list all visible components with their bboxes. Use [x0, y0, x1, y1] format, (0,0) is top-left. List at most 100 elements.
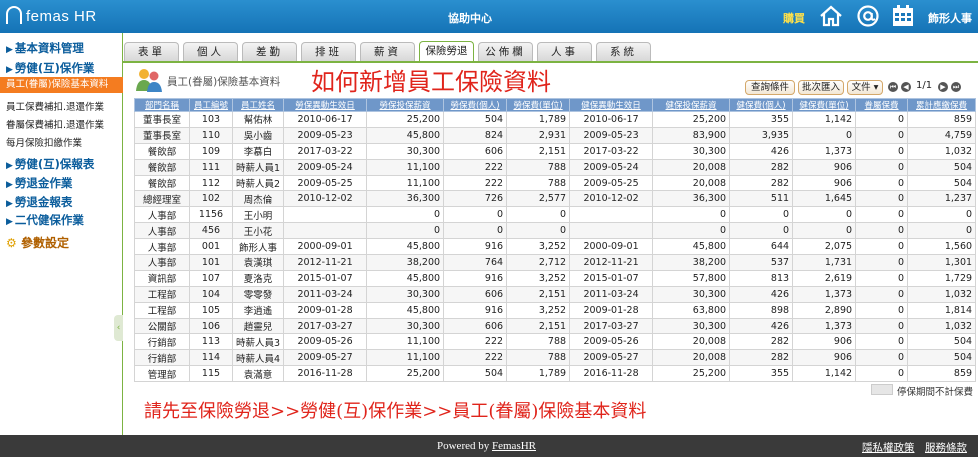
table-cell: 45,800: [366, 269, 445, 287]
column-header[interactable]: 勞保費(個人): [443, 98, 508, 112]
sidebar-item-0[interactable]: ▶ 基本資料管理: [6, 40, 84, 56]
home-icon[interactable]: [819, 4, 843, 28]
table-row[interactable]: 工程部 104 零零發 2011-03-24 30,300 606 2,151 2011-03…: [134, 285, 977, 303]
sidebar-item-6[interactable]: ▶ 勞健(互)保報表: [6, 156, 94, 172]
table-row[interactable]: 餐飲部 111 時薪人員1 2009-05-24 11,100 222 788 2009-05…: [134, 158, 977, 176]
sidebar-item-2[interactable]: 員工(眷屬)保險基本資料: [0, 77, 123, 93]
table-cell: 83,900: [652, 126, 731, 144]
table-cell: 504: [907, 349, 977, 367]
table-row[interactable]: 董事長室 110 吳小齒 2009-05-23 45,800 824 2,931 2009-0…: [134, 126, 977, 144]
table-cell: 飾形人事: [231, 238, 285, 256]
buy-link[interactable]: 購買: [783, 10, 805, 26]
first-page-icon[interactable]: ⏮: [888, 82, 898, 92]
table-cell: 2017-03-22: [283, 142, 368, 160]
femashr-link[interactable]: FemasHR: [492, 440, 536, 452]
at-sign-icon[interactable]: [856, 4, 880, 28]
sidebar-item-4[interactable]: 眷屬保費補扣.退還作業: [6, 117, 104, 131]
query-button[interactable]: 查詢條件: [745, 80, 795, 95]
calendar-icon[interactable]: [891, 4, 915, 28]
tab-8[interactable]: 系統: [596, 42, 651, 62]
privacy-link[interactable]: 隱私權政策: [862, 440, 915, 455]
column-header[interactable]: 員工姓名: [231, 98, 285, 112]
tab-0[interactable]: 表單: [124, 42, 179, 62]
table-row[interactable]: 餐飲部 109 李慕白 2017-03-22 30,300 606 2,151 2017-03…: [134, 142, 977, 160]
sidebar-item-7[interactable]: ▶ 勞退金作業: [6, 175, 72, 191]
table-cell: 107: [189, 269, 233, 287]
sidebar-item-3[interactable]: 員工保費補扣.退還作業: [6, 99, 104, 113]
table-cell: 2,931: [506, 126, 571, 144]
user-name[interactable]: 飾形人事: [928, 10, 972, 26]
table-row[interactable]: 人事部 456 王小花 0 0 0 0 0 0 0 0: [134, 222, 977, 240]
tab-3[interactable]: 排班: [301, 42, 356, 62]
table-cell: 426: [729, 285, 794, 303]
table-cell: 30,300: [366, 317, 445, 335]
tab-4[interactable]: 薪資: [360, 42, 415, 62]
table-cell: 0: [652, 206, 731, 224]
sidebar-item-10[interactable]: ⚙ 參數設定: [6, 234, 69, 251]
sidebar-item-1[interactable]: ▶ 勞健(互)保作業: [6, 60, 94, 76]
table-row[interactable]: 工程部 105 李逍遙 2009-01-28 45,800 916 3,252 2009-01…: [134, 301, 977, 319]
terms-link[interactable]: 服務條款: [925, 440, 967, 455]
table-cell: 2015-01-07: [569, 269, 654, 287]
table-cell: 0: [855, 158, 909, 176]
tab-1[interactable]: 個人: [183, 42, 238, 62]
tab-5[interactable]: 保險勞退: [419, 41, 474, 62]
expand-arrow-icon: ▶: [6, 217, 13, 227]
sidebar-item-5[interactable]: 每月保險扣繳作業: [6, 135, 82, 149]
column-header[interactable]: 勞保費(單位): [506, 98, 571, 112]
column-header[interactable]: 累計應繳保費: [907, 98, 977, 112]
table-cell: 824: [443, 126, 508, 144]
batch-import-button[interactable]: 批次匯入: [798, 80, 844, 95]
table-cell: 2009-05-25: [283, 174, 368, 192]
next-page-icon[interactable]: ▶: [938, 82, 948, 92]
table-cell: 11,100: [366, 158, 445, 176]
table-cell: 2009-05-24: [569, 158, 654, 176]
table-cell: 898: [729, 301, 794, 319]
table-cell: 2010-12-02: [569, 190, 654, 208]
table-cell: 101: [189, 254, 233, 271]
tab-2[interactable]: 差勤: [242, 42, 297, 62]
table-cell: 20,008: [652, 349, 731, 367]
table-row[interactable]: 董事長室 103 幫佑林 2010-06-17 25,200 504 1,789 2010-0…: [134, 111, 977, 128]
table-cell: 袁滿意: [231, 365, 285, 383]
table-cell: 1,142: [792, 365, 857, 383]
table-row[interactable]: 人事部 101 袁漢琪 2012-11-21 38,200 764 2,712 2012-11…: [134, 254, 977, 271]
table-row[interactable]: 行銷部 114 時薪人員4 2009-05-27 11,100 222 788 2009-05…: [134, 349, 977, 367]
table-row[interactable]: 行銷部 113 時薪人員3 2009-05-26 11,100 222 788 2009-05…: [134, 333, 977, 351]
tab-6[interactable]: 公佈欄: [478, 42, 533, 62]
table-row[interactable]: 公關部 106 趙靈兒 2017-03-27 30,300 606 2,151 2017-03…: [134, 317, 977, 335]
table-cell: 504: [443, 111, 508, 128]
file-dropdown-button[interactable]: 文件 ▾: [847, 80, 883, 95]
femas-logo[interactable]: femas HR: [6, 6, 97, 25]
table-row[interactable]: 人事部 001 飾形人事 2000-09-01 45,800 916 3,252 2000-0…: [134, 238, 977, 256]
table-row[interactable]: 資訊部 107 夏洛克 2015-01-07 45,800 916 3,252 2015-01…: [134, 269, 977, 287]
column-header[interactable]: 健保費(單位): [792, 98, 857, 112]
table-row[interactable]: 人事部 1156 王小明 0 0 0 0 0 0 0 0: [134, 206, 977, 224]
table-cell: 時薪人員1: [231, 158, 285, 176]
column-header[interactable]: 部門名稱: [134, 98, 190, 112]
table-cell: 時薪人員3: [231, 333, 285, 351]
table-cell: 公關部: [134, 317, 190, 335]
table-cell: 25,200: [652, 365, 731, 383]
sidebar-item-8[interactable]: ▶ 勞退金報表: [6, 194, 72, 210]
column-header[interactable]: 健保投保薪資: [652, 98, 731, 112]
prev-page-icon[interactable]: ◀: [901, 82, 911, 92]
column-header[interactable]: 眷屬保費: [855, 98, 909, 112]
table-cell: 2009-05-24: [283, 158, 368, 176]
table-cell: 人事部: [134, 206, 190, 224]
column-header[interactable]: 勞保異動生效日: [283, 98, 368, 112]
column-header[interactable]: 勞保投保薪資: [366, 98, 445, 112]
column-header[interactable]: 健保異動生效日: [569, 98, 654, 112]
table-cell: 0: [855, 126, 909, 144]
table-row[interactable]: 管理部 115 袁滿意 2016-11-28 25,200 504 1,789 2016-11…: [134, 365, 977, 383]
sidebar-item-label: 參數設定: [20, 236, 69, 250]
table-row[interactable]: 餐飲部 112 時薪人員2 2009-05-25 11,100 222 788 2009-05…: [134, 174, 977, 192]
last-page-icon[interactable]: ⏭: [951, 82, 961, 92]
tab-7[interactable]: 人事: [537, 42, 592, 62]
collapse-sidebar-chevron-icon[interactable]: ‹: [114, 315, 123, 341]
sidebar-item-9[interactable]: ▶ 二代健保作業: [6, 212, 84, 228]
table-cell: 0: [855, 254, 909, 271]
column-header[interactable]: 員工編號: [189, 98, 233, 112]
column-header[interactable]: 健保費(個人): [729, 98, 794, 112]
table-row[interactable]: 總經理室 102 周杰倫 2010-12-02 36,300 726 2,577 2010-1…: [134, 190, 977, 208]
